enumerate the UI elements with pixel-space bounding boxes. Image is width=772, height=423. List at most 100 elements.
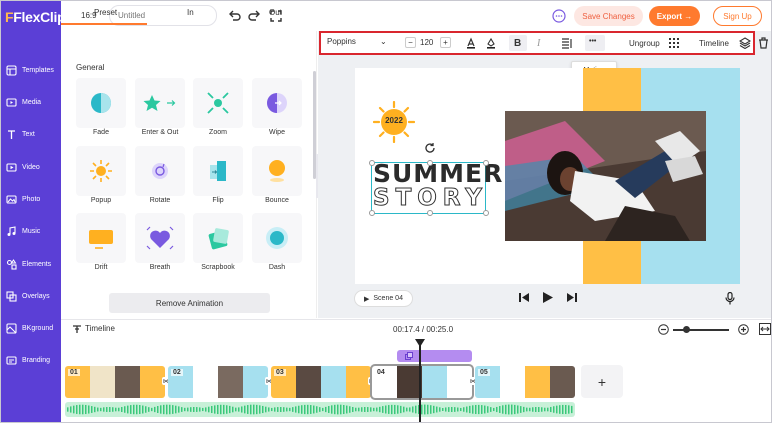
trash-icon[interactable]: [758, 37, 769, 49]
sidebar-item-media[interactable]: Media: [1, 87, 61, 117]
resize-handle[interactable]: [483, 160, 489, 166]
tab-in[interactable]: In: [187, 8, 194, 17]
playhead[interactable]: [419, 341, 421, 422]
animation-flip[interactable]: [193, 146, 243, 196]
timeline-toggle-button[interactable]: Timeline: [699, 39, 729, 48]
zoom-out-icon[interactable]: [658, 324, 669, 335]
redo-icon[interactable]: [247, 9, 261, 23]
animation-breath[interactable]: [135, 213, 185, 263]
sidebar-item-photo[interactable]: Photo: [1, 184, 61, 214]
animation-popup[interactable]: [76, 146, 126, 196]
ungroup-button[interactable]: Ungroup: [629, 39, 660, 48]
align-icon[interactable]: [561, 38, 573, 49]
waveform-bar: [490, 407, 492, 412]
animation-wipe[interactable]: [252, 78, 302, 128]
sidebar-item-bkground[interactable]: BKground: [1, 313, 61, 343]
animation-fade[interactable]: [76, 78, 126, 128]
bold-button[interactable]: B: [514, 38, 521, 49]
app-window: FFlexClip Templates Media Text Video Photo Mu…: [0, 0, 772, 423]
sidebar-item-music[interactable]: Music: [1, 216, 61, 246]
export-button[interactable]: Export →: [649, 6, 700, 26]
waveform-bar: [370, 407, 372, 412]
sidebar-item-templates[interactable]: Templates: [1, 55, 61, 85]
sidebar-item-text[interactable]: Text: [1, 119, 61, 149]
waveform-bar: [355, 407, 357, 412]
headline-story[interactable]: STORY: [373, 185, 488, 212]
waveform-bar: [181, 407, 183, 412]
timeline-clip[interactable]: 01: [65, 366, 165, 398]
save-changes-button[interactable]: Save Changes: [574, 6, 643, 26]
italic-button[interactable]: I: [537, 38, 540, 49]
tab-out[interactable]: Out: [269, 8, 282, 17]
zoom-slider-track[interactable]: [673, 329, 729, 331]
waveform-bar: [427, 404, 429, 415]
more-options-button[interactable]: •••: [589, 38, 596, 45]
text-color-icon[interactable]: [465, 37, 477, 49]
tab-preset[interactable]: Preset: [94, 8, 117, 17]
waveform-bar: [409, 407, 411, 412]
audio-track[interactable]: [65, 402, 575, 417]
font-family-select[interactable]: Poppins ⌄: [327, 37, 391, 50]
sidebar-item-video[interactable]: Video: [1, 152, 61, 182]
waveform-bar: [205, 407, 207, 412]
microphone-icon[interactable]: [725, 292, 735, 305]
timeline-icon: [73, 325, 81, 333]
waveform-bar: [328, 406, 330, 413]
timeline-clip[interactable]: 04: [370, 364, 474, 400]
stage-photo[interactable]: [505, 111, 706, 241]
app-logo[interactable]: FFlexClip: [5, 9, 66, 25]
timeline-title: Timeline: [85, 324, 115, 333]
animation-enter-out[interactable]: [135, 78, 185, 128]
waveform-bar: [319, 407, 321, 412]
scene-selector[interactable]: ▶ Scene 04: [354, 290, 413, 307]
year-text[interactable]: 2022: [380, 116, 408, 125]
waveform-bar: [232, 406, 234, 413]
zoom-slider-knob[interactable]: [683, 326, 690, 333]
zoom-in-icon[interactable]: [738, 324, 749, 335]
next-icon[interactable]: [566, 292, 577, 303]
add-scene-button[interactable]: +: [581, 365, 623, 398]
layers-icon[interactable]: [739, 37, 751, 49]
animation-rotate[interactable]: [135, 146, 185, 196]
branding-icon: [6, 355, 17, 365]
timeline-clip[interactable]: 03: [271, 366, 371, 398]
rotate-handle-icon[interactable]: [424, 142, 436, 154]
fit-timeline-icon[interactable]: [759, 323, 771, 335]
timeline-clip[interactable]: 02: [168, 366, 268, 398]
font-size-increase-button[interactable]: +: [440, 37, 451, 48]
sidebar-item-elements[interactable]: Elements: [1, 249, 61, 279]
waveform-bar: [253, 404, 255, 415]
timeline-clip[interactable]: 05: [475, 366, 575, 398]
sidebar-item-overlays[interactable]: Overlays: [1, 281, 61, 311]
resize-handle[interactable]: [427, 160, 433, 166]
sidebar-item-branding[interactable]: Branding: [1, 345, 61, 375]
chat-icon[interactable]: [552, 9, 566, 23]
previous-icon[interactable]: [519, 292, 530, 303]
waveform-bar: [70, 406, 72, 413]
animation-bounce[interactable]: [252, 146, 302, 196]
animation-dash[interactable]: [252, 213, 302, 263]
highlight-color-icon[interactable]: [485, 37, 497, 49]
resize-handle[interactable]: [483, 210, 489, 216]
remove-animation-button[interactable]: Remove Animation: [109, 293, 270, 313]
waveform-bar: [544, 407, 546, 412]
grid-icon[interactable]: [669, 38, 679, 48]
undo-icon[interactable]: [228, 9, 242, 23]
resize-handle[interactable]: [369, 210, 375, 216]
text-layer-track[interactable]: [397, 350, 472, 362]
sign-up-button[interactable]: Sign Up: [713, 6, 762, 26]
waveform-bar: [277, 407, 279, 412]
animation-scrapbook[interactable]: [193, 213, 243, 263]
waveform-bar: [193, 407, 195, 412]
waveform-bar: [556, 405, 558, 414]
resize-handle[interactable]: [427, 210, 433, 216]
font-size-decrease-button[interactable]: −: [405, 37, 416, 48]
animation-zoom[interactable]: [193, 78, 243, 128]
waveform-bar: [67, 407, 69, 412]
animation-drift[interactable]: [76, 213, 126, 263]
resize-handle[interactable]: [369, 160, 375, 166]
waveform-bar: [256, 404, 258, 415]
play-icon[interactable]: [542, 291, 554, 304]
font-size-value[interactable]: 120: [420, 38, 433, 47]
waveform-bar: [226, 405, 228, 414]
